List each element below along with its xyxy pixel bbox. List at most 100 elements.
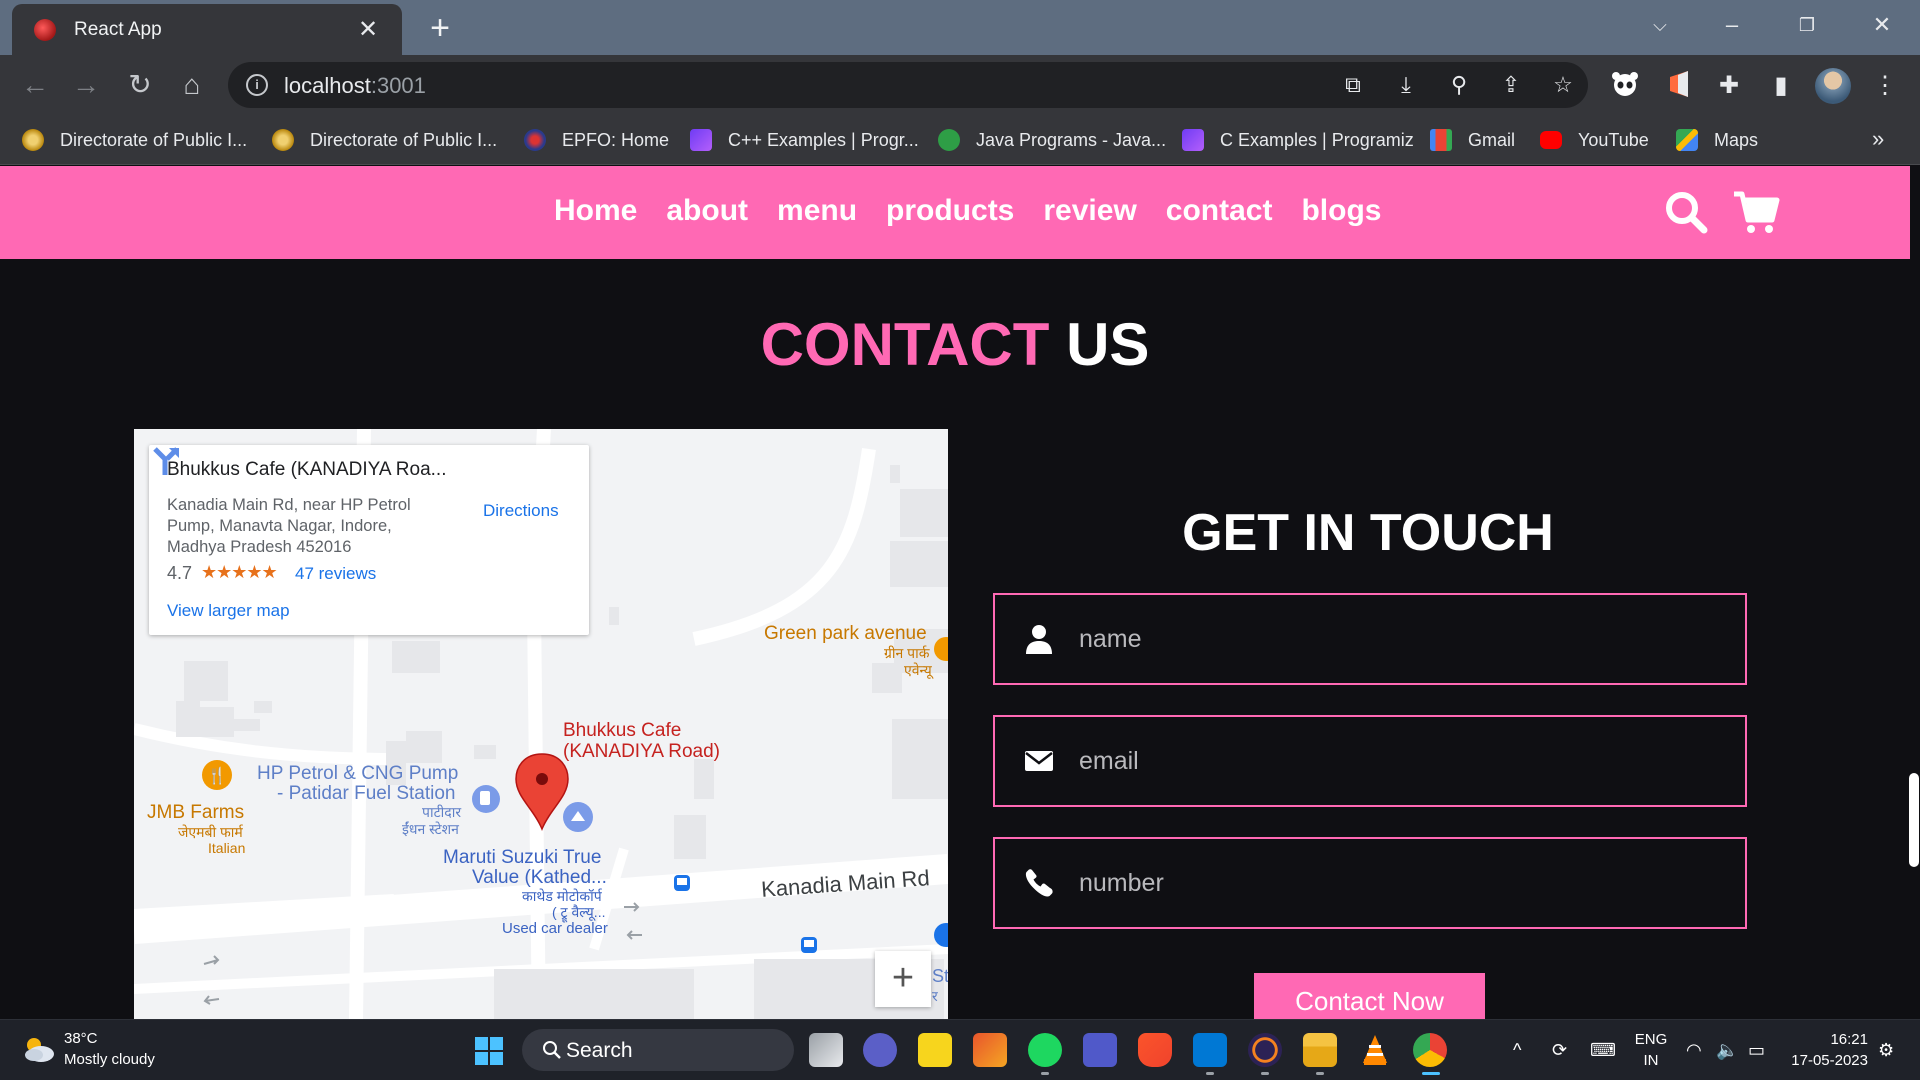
- bookmark-item[interactable]: YouTube: [1540, 126, 1649, 154]
- vscode-running-indicator: [1206, 1072, 1214, 1075]
- nav-menu[interactable]: menu: [777, 194, 857, 228]
- clock-time[interactable]: 16:21: [1778, 1031, 1868, 1048]
- bookmark-label: YouTube: [1578, 129, 1649, 150]
- nav-review[interactable]: review: [1043, 194, 1136, 228]
- address-bar[interactable]: i localhost:3001 ⧉ ⤓ ⚲ ⇪ ☆: [228, 62, 1588, 108]
- window-close-icon[interactable]: ✕: [1854, 0, 1910, 50]
- bookmark-star-icon[interactable]: ☆: [1548, 70, 1578, 100]
- bookmark-item[interactable]: Maps: [1676, 126, 1758, 154]
- file-explorer-icon[interactable]: [1303, 1033, 1337, 1067]
- reviews-link[interactable]: 47 reviews: [295, 564, 376, 584]
- teams-icon[interactable]: [1083, 1033, 1117, 1067]
- extensions-puzzle-icon[interactable]: ✚: [1712, 69, 1746, 103]
- view-larger-map-link[interactable]: View larger map: [167, 601, 290, 621]
- keyboard-icon[interactable]: ⌨: [1590, 1040, 1616, 1061]
- notification-icon[interactable]: ⚙: [1878, 1040, 1894, 1061]
- nav-blogs[interactable]: blogs: [1301, 194, 1381, 228]
- bookmark-item[interactable]: Java Programs - Java...: [938, 126, 1166, 154]
- share-icon[interactable]: ⇪: [1496, 70, 1526, 100]
- url-port: :3001: [370, 73, 426, 98]
- eclipse-icon[interactable]: [1248, 1033, 1282, 1067]
- region-indicator[interactable]: IN: [1628, 1052, 1674, 1069]
- volume-icon[interactable]: 🔈: [1716, 1040, 1738, 1061]
- directions-icon[interactable]: [149, 445, 183, 479]
- install-app-icon[interactable]: ⤓: [1391, 70, 1421, 100]
- nav-about[interactable]: about: [666, 194, 748, 228]
- bookmark-item[interactable]: Gmail: [1430, 126, 1515, 154]
- more-bookmarks-icon[interactable]: »: [1872, 126, 1884, 152]
- reload-icon[interactable]: ↻: [120, 65, 160, 105]
- brave-icon[interactable]: [1138, 1033, 1172, 1067]
- bookmark-item[interactable]: Directorate of Public I...: [272, 126, 497, 154]
- vscode-icon[interactable]: [1193, 1033, 1227, 1067]
- nav-home[interactable]: Home: [554, 194, 637, 228]
- new-tab-button[interactable]: +: [420, 8, 460, 48]
- nav-products[interactable]: products: [886, 194, 1014, 228]
- map-label-green-park-hi2: एवेन्यू: [904, 662, 932, 678]
- zoom-icon[interactable]: ⚲: [1444, 70, 1474, 100]
- map-label-edge-st: St: [932, 966, 948, 986]
- cart-icon[interactable]: [1732, 188, 1780, 236]
- restore-icon[interactable]: ❐: [1779, 0, 1835, 50]
- map-label-marker-name: Bhukkus Cafe: [563, 720, 682, 741]
- nav-contact[interactable]: contact: [1166, 194, 1273, 228]
- map-label-marker-name2: (KANADIYA Road): [563, 741, 720, 762]
- taskbar-search[interactable]: Search: [522, 1029, 794, 1071]
- sticky-notes-icon[interactable]: [918, 1033, 952, 1067]
- site-nav: Home about menu products review contact …: [554, 194, 1410, 228]
- battery-icon[interactable]: ▭: [1748, 1040, 1765, 1061]
- task-view-icon[interactable]: [809, 1033, 843, 1067]
- url-text[interactable]: localhost:3001: [284, 73, 426, 99]
- site-info-icon[interactable]: i: [246, 74, 268, 96]
- search-icon[interactable]: [1662, 188, 1710, 236]
- map-zoom-in-button[interactable]: +: [875, 951, 931, 1007]
- profile-avatar[interactable]: [1815, 68, 1851, 104]
- side-panel-icon[interactable]: ▮: [1764, 69, 1798, 103]
- back-arrow-icon[interactable]: ←: [15, 65, 55, 105]
- form-title: GET IN TOUCH: [1182, 504, 1554, 562]
- email-field[interactable]: [993, 715, 1747, 807]
- show-hidden-icons-icon[interactable]: ^: [1513, 1040, 1521, 1061]
- beginnersbook-icon: [938, 129, 960, 151]
- vlc-icon[interactable]: [1358, 1033, 1392, 1067]
- pdf-extension-icon[interactable]: [1662, 69, 1696, 103]
- contact-now-button[interactable]: Contact Now: [1254, 973, 1485, 1019]
- weather-temperature[interactable]: 38°C: [64, 1030, 98, 1047]
- chrome-icon[interactable]: [1413, 1033, 1447, 1067]
- weather-description[interactable]: Mostly cloudy: [64, 1051, 155, 1068]
- windows-taskbar: 38°C Mostly cloudy Search ^ ⟳ ⌨ ENG IN ◠…: [0, 1019, 1920, 1080]
- bookmark-item[interactable]: EPFO: Home: [524, 126, 669, 154]
- name-input[interactable]: [1079, 619, 1699, 659]
- windows-start-icon[interactable]: [474, 1036, 504, 1066]
- number-input[interactable]: [1079, 863, 1699, 903]
- bookmark-item[interactable]: Directorate of Public I...: [22, 126, 247, 154]
- open-in-app-icon[interactable]: ⧉: [1338, 70, 1368, 100]
- name-field[interactable]: [993, 593, 1747, 685]
- language-indicator[interactable]: ENG: [1628, 1031, 1674, 1048]
- sync-icon[interactable]: ⟳: [1552, 1040, 1567, 1061]
- home-icon[interactable]: ⌂: [172, 65, 212, 105]
- page-scrollbar-thumb[interactable]: [1909, 773, 1919, 867]
- cloudy-weather-icon[interactable]: [22, 1034, 56, 1064]
- forward-arrow-icon[interactable]: →: [66, 65, 106, 105]
- directions-link[interactable]: Directions: [483, 501, 559, 521]
- embedded-map[interactable]: 🍴 Green park avenue ग्रीन पार्क एवेन्यू …: [134, 429, 948, 1019]
- chrome-menu-icon[interactable]: ⋮: [1868, 69, 1902, 103]
- email-input[interactable]: [1079, 741, 1699, 781]
- browser-tab[interactable]: React App ✕: [12, 4, 402, 55]
- panda-extension-icon[interactable]: [1608, 69, 1642, 103]
- bookmark-item[interactable]: C++ Examples | Progr...: [690, 126, 919, 154]
- site-header: Home about menu products review contact …: [0, 166, 1910, 259]
- youtube-icon: [1540, 131, 1562, 149]
- clock-date[interactable]: 17-05-2023: [1768, 1052, 1868, 1069]
- close-tab-icon[interactable]: ✕: [354, 15, 382, 44]
- spotify-icon[interactable]: [1028, 1033, 1062, 1067]
- bookmark-item[interactable]: C Examples | Programiz: [1182, 126, 1414, 154]
- minimize-icon[interactable]: –: [1704, 0, 1760, 50]
- paint-icon[interactable]: [973, 1033, 1007, 1067]
- wifi-icon[interactable]: ◠: [1686, 1040, 1702, 1061]
- tab-search-chevron-icon[interactable]: ⌵: [1632, 0, 1688, 50]
- number-field[interactable]: [993, 837, 1747, 929]
- map-label-maruti2: Value (Kathed...: [472, 867, 607, 888]
- chat-icon[interactable]: [863, 1033, 897, 1067]
